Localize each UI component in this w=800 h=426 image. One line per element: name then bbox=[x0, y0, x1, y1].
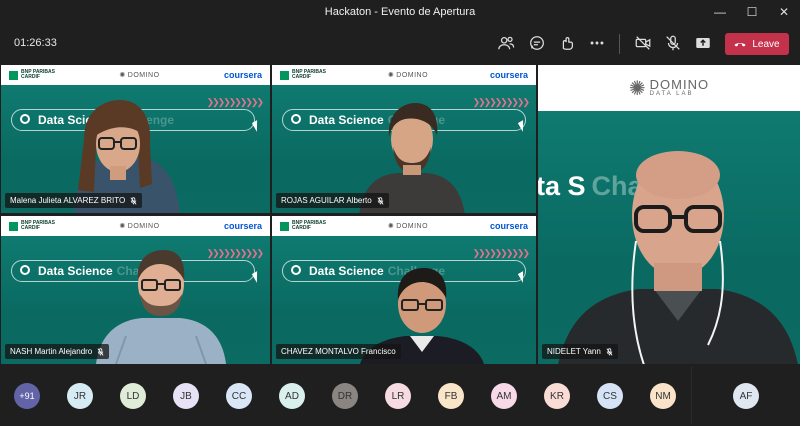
share-icon[interactable] bbox=[691, 31, 715, 55]
search-icon bbox=[20, 265, 30, 275]
muted-mic-icon bbox=[97, 347, 104, 356]
domino-mark-icon: ✺ bbox=[119, 72, 126, 79]
muted-mic-icon bbox=[606, 347, 613, 356]
video-tile[interactable]: BNP PARIBAS CARDIF ✺ DOMINO coursera ❯❯❯❯❯… bbox=[272, 216, 536, 364]
domino-mark-icon: ✺ bbox=[628, 77, 646, 100]
video-tile[interactable]: BNP PARIBAS CARDIF ✺ DOMINO coursera ❯❯❯❯❯… bbox=[272, 65, 536, 213]
reactions-icon[interactable] bbox=[555, 31, 579, 55]
sponsor-banner: BNP PARIBAS CARDIF ✺ DOMINO coursera bbox=[1, 216, 270, 236]
avatar[interactable]: CS bbox=[597, 383, 623, 409]
participant-name-tag: NASH Martin Alejandro bbox=[5, 344, 110, 359]
avatar[interactable]: JR bbox=[67, 383, 93, 409]
featured-video-tile[interactable]: ✺ DOMINODATA LAB ta SChalleng NIDELET Ya… bbox=[538, 65, 800, 364]
phone-hangup-icon bbox=[734, 40, 746, 48]
sponsor-banner: BNP PARIBAS CARDIF ✺ DOMINO coursera bbox=[1, 65, 270, 85]
participant-video bbox=[558, 151, 798, 364]
chevrons-decoration: ❯❯❯❯❯❯❯❯❯❯ bbox=[472, 97, 530, 107]
participant-name-tag: ROJAS AGUILAR Alberto bbox=[276, 193, 389, 208]
avatar[interactable]: LD bbox=[120, 383, 146, 409]
video-tile[interactable]: BNP PARIBAS CARDIF ✺ DOMINO coursera ❯❯❯❯❯… bbox=[1, 65, 270, 213]
minimize-button[interactable]: — bbox=[704, 0, 736, 24]
bnp-paribas-logo: BNP PARIBAS CARDIF bbox=[9, 70, 55, 80]
avatar[interactable]: NM bbox=[650, 383, 676, 409]
bnp-paribas-logo: BNP PARIBAS CARDIF bbox=[280, 70, 326, 80]
search-icon bbox=[291, 114, 301, 124]
domino-mark-icon: ✺ bbox=[387, 223, 395, 230]
attendee-strip: +91 JR LD JB CC AD DR LR FB AM KR CS NM … bbox=[0, 364, 800, 426]
avatar[interactable]: KR bbox=[544, 383, 570, 409]
leave-button[interactable]: Leave bbox=[725, 33, 789, 55]
chat-icon[interactable] bbox=[525, 31, 549, 55]
avatar[interactable]: JB bbox=[173, 383, 199, 409]
domino-mark-icon: ✺ bbox=[119, 223, 126, 230]
search-icon bbox=[291, 265, 301, 275]
sponsor-banner: BNP PARIBAS CARDIF ✺ DOMINO coursera bbox=[272, 216, 536, 236]
avatar[interactable]: CC bbox=[226, 383, 252, 409]
maximize-button[interactable]: ☐ bbox=[736, 0, 768, 24]
participant-name-tag: Malena Julieta ALVAREZ BRITO bbox=[5, 193, 143, 208]
participants-icon[interactable] bbox=[494, 31, 518, 55]
leave-label: Leave bbox=[752, 38, 780, 50]
close-window-button[interactable]: ✕ bbox=[768, 0, 800, 24]
domino-data-lab-logo: ✺ DOMINO DATA LAB bbox=[628, 77, 710, 100]
window-title: Hackaton - Evento de Apertura bbox=[324, 6, 476, 18]
mic-off-icon[interactable] bbox=[661, 31, 685, 55]
more-actions-icon[interactable] bbox=[585, 31, 609, 55]
participant-name-tag: CHAVEZ MONTALVO Francisco bbox=[276, 344, 401, 359]
participant-name-tag: NIDELET Yann bbox=[542, 344, 618, 359]
domino-logo: ✺ DOMINO bbox=[119, 71, 160, 80]
video-tile[interactable]: BNP PARIBAS CARDIF ✺ DOMINO coursera ❯❯❯❯❯… bbox=[1, 216, 270, 364]
meeting-toolbar: 01:26:33 Leave bbox=[0, 24, 800, 64]
sponsor-banner: ✺ DOMINO DATA LAB bbox=[538, 65, 800, 111]
avatar[interactable]: DR bbox=[332, 383, 358, 409]
chevrons-decoration: ❯❯❯❯❯❯❯❯❯❯ bbox=[472, 248, 530, 258]
bnp-paribas-logo: BNP PARIBAS CARDIF bbox=[280, 221, 326, 231]
avatar[interactable]: AF bbox=[733, 383, 759, 409]
toolbar-divider bbox=[619, 34, 620, 54]
sponsor-banner: BNP PARIBAS CARDIF ✺ DOMINO coursera bbox=[272, 65, 536, 85]
muted-mic-icon bbox=[130, 196, 137, 205]
avatar[interactable]: LR bbox=[385, 383, 411, 409]
search-icon bbox=[20, 114, 30, 124]
camera-off-icon[interactable] bbox=[631, 31, 655, 55]
coursera-logo: coursera bbox=[489, 70, 528, 80]
strip-divider bbox=[691, 366, 692, 424]
coursera-logo: coursera bbox=[223, 70, 262, 80]
window-controls: — ☐ ✕ bbox=[704, 0, 800, 24]
domino-logo: ✺ DOMINO bbox=[387, 222, 429, 231]
avatar[interactable]: FB bbox=[438, 383, 464, 409]
bnp-paribas-logo: BNP PARIBAS CARDIF bbox=[9, 221, 55, 231]
domino-mark-icon: ✺ bbox=[387, 72, 395, 79]
more-participants-badge[interactable]: +91 bbox=[14, 383, 40, 409]
domino-logo: ✺ DOMINO bbox=[119, 222, 160, 231]
domino-logo: ✺ DOMINO bbox=[387, 71, 429, 80]
coursera-logo: coursera bbox=[223, 221, 262, 231]
avatar[interactable]: AD bbox=[279, 383, 305, 409]
coursera-logo: coursera bbox=[489, 221, 528, 231]
avatar[interactable]: AM bbox=[491, 383, 517, 409]
chevrons-decoration: ❯❯❯❯❯❯❯❯❯❯ bbox=[206, 97, 264, 107]
muted-mic-icon bbox=[377, 196, 384, 205]
window-title-bar: Hackaton - Evento de Apertura — ☐ ✕ bbox=[0, 0, 800, 24]
meeting-timer: 01:26:33 bbox=[14, 37, 57, 49]
